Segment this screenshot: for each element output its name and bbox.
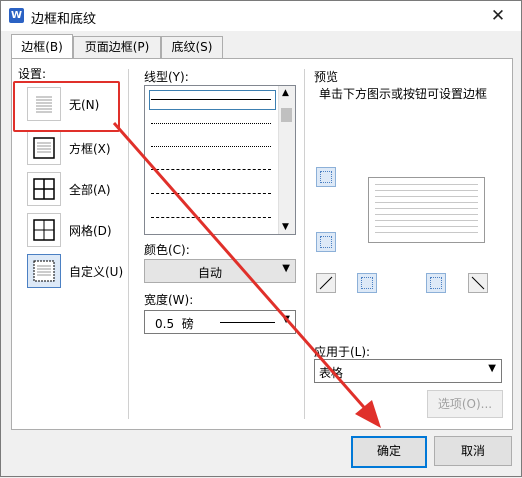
tab-borders[interactable]: 边框(B) <box>11 34 73 58</box>
annotation-arrow <box>112 122 381 428</box>
borders-and-shading-dialog: W 边框和底纹 ✕ 边框(B) 页面边框(P) 底纹(S) 设置: 无(N) 方… <box>0 0 522 477</box>
